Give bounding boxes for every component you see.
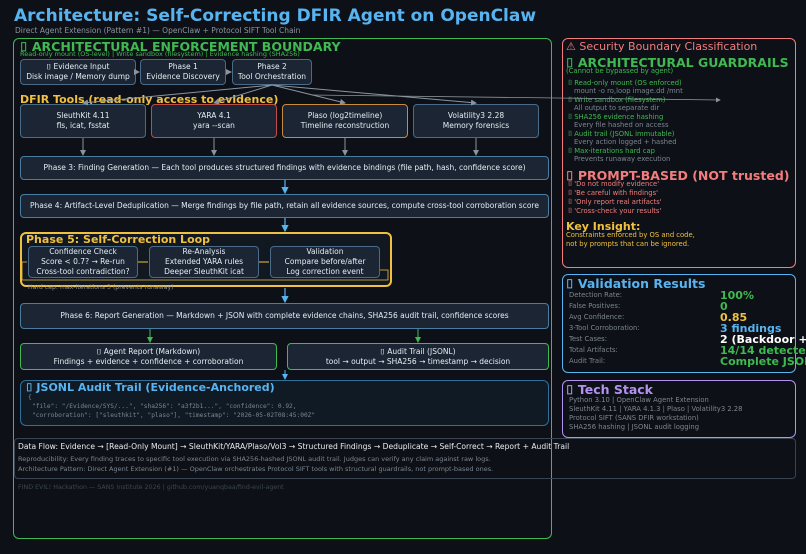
val-label-test-cases: Test Cases: (569, 335, 608, 343)
phase2-box: Phase 2 Tool Orchestration (232, 59, 312, 85)
tech-line-2: Protocol SIFT (SANS DFIR workstation) (569, 414, 699, 422)
tech-line-3: SHA256 hashing | JSONL audit logging (569, 423, 700, 431)
validation-line2: Compare before/after (284, 257, 366, 267)
arch-boundary-subtitle: Read-only mount (OS-level) | Write sandb… (20, 50, 300, 58)
security-title: ⚠ Security Boundary Classification (566, 40, 758, 53)
val-label-confidence: Avg Confidence: (569, 313, 625, 321)
phase6-box: Phase 6: Report Generation — Markdown + … (20, 303, 549, 329)
tool-volatility-desc: Memory forensics (442, 121, 510, 130)
val-value-audit: Complete JSONL (720, 355, 806, 368)
key-insight-line-1: Constraints enforced by OS and code, (566, 231, 695, 239)
prompt-rule-2: ⌷ 'Only report real artifacts' (568, 198, 662, 206)
prompt-rule-1: ⌷ 'Be careful with findings' (568, 189, 658, 197)
phase1-box: Phase 1 Evidence Discovery (140, 59, 226, 85)
architecture-pattern-note: Architecture Pattern: Direct Agent Exten… (18, 465, 494, 473)
tool-yara-name: YARA 4.1 (197, 111, 231, 121)
phase1-desc: Evidence Discovery (146, 72, 220, 81)
guardrail-4-detail: Prevents runaway execution (574, 155, 671, 163)
tool-yara: YARA 4.1 yara --scan (151, 104, 277, 138)
evidence-input-desc: Disk image / Memory dump (26, 72, 130, 81)
val-label-artifacts: Total Artifacts: (569, 346, 618, 354)
val-label-audit: Audit Trail: (569, 357, 606, 365)
audit-trail-desc: tool → output → SHA256 → timestamp → dec… (325, 356, 511, 366)
tech-line-0: Python 3.10 | OpenClaw Agent Extension (569, 396, 709, 404)
re-analysis-line3: Deeper SleuthKit icat (164, 266, 244, 276)
phase6-text: Phase 6: Report Generation — Markdown + … (60, 311, 509, 321)
phase2-desc: Tool Orchestration (237, 72, 307, 81)
guardrail-0-detail: mount -o ro,loop image.dd /mnt (574, 87, 683, 95)
tool-sleuthkit-desc: fls, icat, fsstat (56, 121, 110, 130)
validation-box: Validation Compare before/after Log corr… (270, 246, 380, 278)
hard-cap-note: Hard cap: max-iterations 3 (prevents run… (28, 284, 174, 291)
jsonl-line-0: { (28, 394, 32, 401)
validation-title: Validation (306, 247, 344, 257)
guardrail-2-detail: Every file hashed on access (574, 121, 669, 129)
tool-sleuthkit-name: SleuthKit 4.11 (56, 111, 110, 121)
agent-report-box: ⌷ Agent Report (Markdown) Findings + evi… (20, 343, 277, 370)
prompt-rule-3: ⌷ 'Cross-check your results' (568, 207, 662, 215)
evidence-input-title: ⌷ Evidence Input (46, 62, 110, 72)
tool-plaso-name: Plaso (log2timeline) (307, 111, 383, 121)
jsonl-line-1: "file": "/Evidence/SYS/...", "sha256": "… (32, 403, 297, 410)
val-label-corroboration: 3-Tool Corroboration: (569, 324, 640, 332)
phase1-title: Phase 1 (168, 62, 198, 72)
tool-sleuthkit: SleuthKit 4.11 fls, icat, fsstat (20, 104, 146, 138)
evidence-input-box: ⌷ Evidence Input Disk image / Memory dum… (20, 59, 136, 85)
confidence-check-box: Confidence Check Score < 0.7? → Re-run C… (28, 246, 138, 278)
agent-report-desc: Findings + evidence + confidence + corro… (53, 356, 244, 366)
validation-line3: Log correction event (286, 266, 364, 276)
footer-credit: FIND EVIL! Hackathon — SANS Institute 20… (18, 484, 284, 491)
phase4-box: Phase 4: Artifact-Level Deduplication — … (20, 194, 549, 218)
guardrail-1-detail: All output to separate dir (574, 104, 660, 112)
confidence-check-line3: Cross-tool contradiction? (36, 266, 130, 276)
validation-results-title: ⌷ Validation Results (566, 276, 706, 291)
phase2-title: Phase 2 (257, 62, 287, 72)
guardrails-subtitle: (Cannot be bypassed by agent) (566, 67, 674, 75)
reproducibility-note: Reproducibility: Every finding traces to… (18, 455, 491, 463)
jsonl-audit-title: ⌷ JSONL Audit Trail (Evidence-Anchored) (26, 381, 275, 394)
tech-line-1: SleuthKit 4.11 | YARA 4.1.3 | Plaso | Vo… (569, 405, 743, 413)
phase3-text: Phase 3: Finding Generation — Each tool … (43, 163, 526, 173)
tool-volatility-name: Volatility3 2.28 (447, 111, 505, 121)
key-insight-line-2: not by prompts that can be ignored. (566, 240, 690, 248)
page-subtitle: Direct Agent Extension (Pattern #1) — Op… (15, 26, 301, 35)
re-analysis-box: Re-Analysis Extended YARA rules Deeper S… (149, 246, 259, 278)
audit-trail-title: ⌷ Audit Trail (JSONL) (380, 346, 456, 356)
val-label-false-positives: False Positives: (569, 302, 621, 310)
agent-report-title: ⌷ Agent Report (Markdown) (96, 346, 201, 356)
data-flow-main: Data Flow: Evidence → [Read-Only Mount] … (18, 442, 570, 451)
confidence-check-title: Confidence Check (49, 247, 117, 257)
phase5-title: Phase 5: Self-Correction Loop (26, 233, 211, 246)
confidence-check-line2: Score < 0.7? → Re-run (41, 257, 125, 267)
val-label-detection: Detection Rate: (569, 291, 623, 299)
page-title: Architecture: Self-Correcting DFIR Agent… (14, 6, 537, 26)
tool-plaso: Plaso (log2timeline) Timeline reconstruc… (282, 104, 408, 138)
tool-plaso-desc: Timeline reconstruction (300, 121, 390, 130)
prompt-rule-0: ⌷ 'Do not modify evidence' (568, 180, 660, 188)
re-analysis-line2: Extended YARA rules (165, 257, 243, 267)
phase4-text: Phase 4: Artifact-Level Deduplication — … (30, 201, 539, 211)
jsonl-line-2: "corroboration": ["sleuthkit", "plaso"],… (32, 412, 316, 419)
audit-trail-box: ⌷ Audit Trail (JSONL) tool → output → SH… (287, 343, 549, 370)
tool-yara-desc: yara --scan (193, 121, 235, 130)
tool-volatility: Volatility3 2.28 Memory forensics (413, 104, 539, 138)
guardrail-3-detail: Every action logged + hashed (574, 138, 677, 146)
phase3-box: Phase 3: Finding Generation — Each tool … (20, 156, 549, 180)
re-analysis-title: Re-Analysis (182, 247, 226, 257)
